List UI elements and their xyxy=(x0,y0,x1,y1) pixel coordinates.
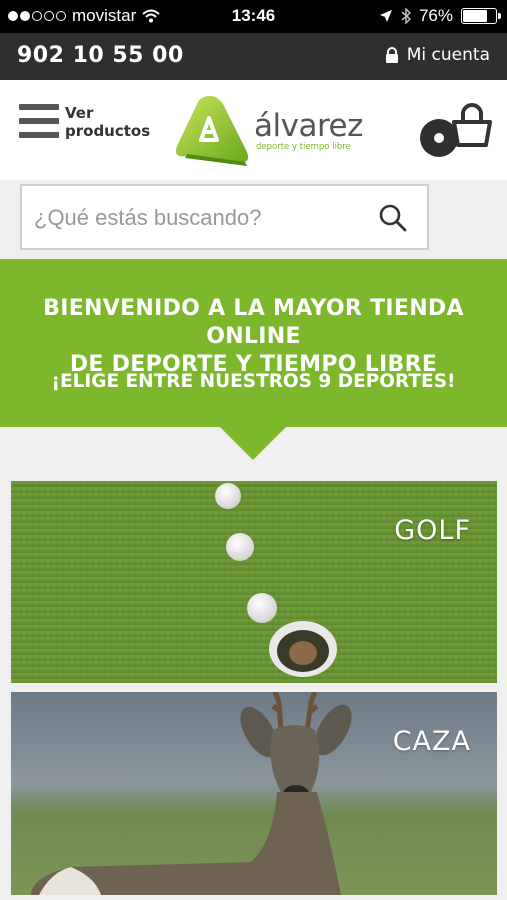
bluetooth-icon xyxy=(401,8,411,24)
battery-percent: 76% xyxy=(418,6,453,25)
status-right: 76% xyxy=(379,6,501,26)
welcome-banner: BIENVENIDO A LA MAYOR TIENDA ONLINE DE D… xyxy=(0,259,507,427)
account-label: Mi cuenta xyxy=(406,45,490,65)
menu-label: Ver productos xyxy=(65,104,151,140)
category-label-caza: CAZA xyxy=(392,726,471,757)
battery-icon xyxy=(461,8,501,24)
logo-tagline: deporte y tiempo libre xyxy=(256,142,351,152)
cart-icon[interactable] xyxy=(418,100,496,164)
search-box xyxy=(20,184,429,250)
lock-icon xyxy=(385,47,398,63)
logo-wordmark: álvarez xyxy=(254,108,363,144)
golf-image xyxy=(11,481,497,683)
products-menu-button[interactable]: Ver productos xyxy=(19,104,150,146)
category-card-golf[interactable]: GOLF xyxy=(11,481,497,683)
category-card-caza[interactable]: CAZA xyxy=(11,692,497,895)
deer-image xyxy=(11,692,497,895)
phone-number[interactable]: 902 10 55 00 xyxy=(17,43,184,68)
account-link[interactable]: Mi cuenta xyxy=(385,45,490,65)
banner-arrow xyxy=(220,427,286,460)
hamburger-icon xyxy=(19,104,59,146)
status-bar: movistar 13:46 76% xyxy=(0,0,507,33)
header: Ver productos álvarez deporte y tiempo l… xyxy=(0,80,507,180)
location-arrow-icon xyxy=(379,10,392,22)
search-icon[interactable] xyxy=(379,204,407,232)
search-input[interactable] xyxy=(32,202,362,234)
top-bar: 902 10 55 00 Mi cuenta xyxy=(0,33,507,80)
banner-subtitle: ¡ELIGE ENTRE NUESTROS 9 DEPORTES! xyxy=(51,371,456,392)
banner-title: BIENVENIDO A LA MAYOR TIENDA ONLINE DE D… xyxy=(43,296,464,377)
category-label-golf: GOLF xyxy=(394,515,471,546)
